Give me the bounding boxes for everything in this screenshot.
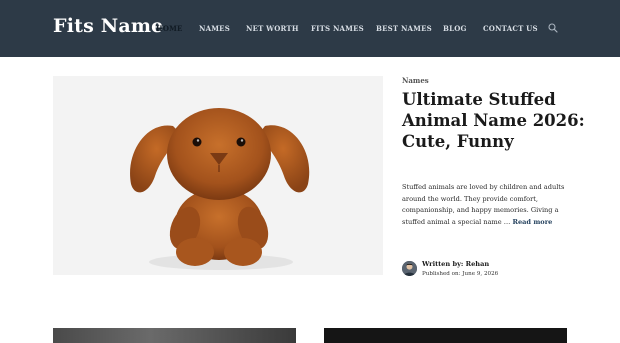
site-header: Fits Name HOME NAMES NET WORTH FITS NAME… [0, 0, 620, 57]
site-logo[interactable]: Fits Name [53, 15, 163, 37]
author-avatar[interactable] [402, 261, 417, 276]
post-category[interactable]: Names [402, 76, 429, 85]
nav-blog[interactable]: BLOG [443, 24, 467, 33]
nav-best-names[interactable]: BEST NAMES [376, 24, 432, 33]
nav-fits-names[interactable]: FITS NAMES [311, 24, 364, 33]
read-more-link[interactable]: Read more [512, 218, 552, 226]
author-name[interactable]: Written by: Rehan [422, 260, 489, 268]
post-title[interactable]: Ultimate Stuffed Animal Name 2026: Cute,… [402, 89, 602, 152]
post-excerpt: Stuffed animals are loved by children an… [402, 182, 580, 228]
nav-home[interactable]: HOME [156, 24, 183, 33]
stuffed-bunny-illustration [53, 76, 383, 275]
featured-image[interactable] [53, 76, 383, 275]
post-card-thumbnail[interactable] [53, 328, 296, 343]
nav-contact-us[interactable]: CONTACT US [483, 24, 538, 33]
publish-date: Published on: June 9, 2026 [422, 271, 499, 277]
nav-names[interactable]: NAMES [199, 24, 230, 33]
search-icon[interactable] [548, 23, 558, 33]
post-card-thumbnail[interactable] [324, 328, 567, 343]
nav-net-worth[interactable]: NET WORTH [246, 24, 299, 33]
